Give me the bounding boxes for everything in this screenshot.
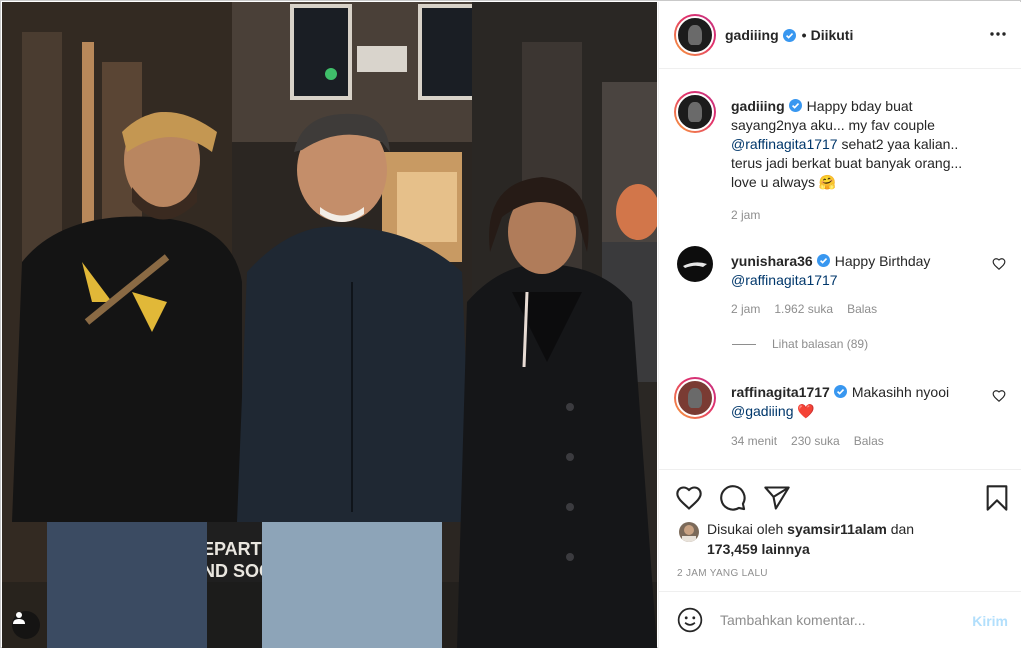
comment-like-count[interactable]: 1.962 suka <box>774 302 833 316</box>
comment-text: yunishara36 Happy Birthday @raffinagita17… <box>731 252 986 290</box>
verified-badge-icon <box>833 385 847 398</box>
caption-mention-link[interactable]: @raffinagita1717 <box>731 136 838 152</box>
comment-mention-link[interactable]: @gadiiing <box>731 403 793 419</box>
user-tag-icon <box>13 612 25 624</box>
post-actions: Disukai oleh syamsir11alam dan 173,459 l… <box>659 469 1021 591</box>
likes-text: Disukai oleh syamsir11alam dan 173,459 l… <box>707 519 967 559</box>
comment-like-count[interactable]: 230 suka <box>791 434 840 448</box>
post-comment-button[interactable]: Kirim <box>972 613 1008 629</box>
verified-badge-icon <box>782 28 796 42</box>
comments-section[interactable]: gadiiing Happy bday buat sayang2nya aku..… <box>659 70 1021 468</box>
comment-meta: 2 jam 1.962 suka Balas <box>731 302 877 316</box>
caption-time[interactable]: 2 jam <box>731 208 760 222</box>
comment-meta: 34 menit 230 suka Balas <box>731 434 884 448</box>
liker-avatar[interactable] <box>679 522 699 542</box>
heart-icon[interactable] <box>675 484 703 512</box>
caption-username[interactable]: gadiiing <box>731 98 785 114</box>
comment-mention-link[interactable]: @raffinagita1717 <box>731 272 838 288</box>
comment-body: Makasihh nyooi <box>851 384 950 400</box>
view-replies-label: Lihat balasan (89) <box>772 337 869 351</box>
share-icon[interactable] <box>763 484 791 512</box>
likes-others-count[interactable]: 173,459 lainnya <box>707 541 810 557</box>
verified-badge-icon <box>788 99 802 112</box>
commenter-avatar[interactable] <box>674 377 716 419</box>
comment-time[interactable]: 2 jam <box>731 302 760 316</box>
post-timestamp[interactable]: 2 JAM YANG LALU <box>677 568 768 579</box>
author-info: gadiiing • Diikuti <box>725 27 853 43</box>
likes-summary: Disukai oleh syamsir11alam dan 173,459 l… <box>679 519 967 559</box>
comment-reply-button[interactable]: Balas <box>847 302 877 316</box>
caption-meta: 2 jam <box>731 208 760 222</box>
author-avatar[interactable] <box>674 14 716 56</box>
comment-icon[interactable] <box>719 484 747 512</box>
post-header: gadiiing • Diikuti <box>659 2 1021 69</box>
verified-badge-icon <box>816 254 830 267</box>
likes-connector: dan <box>890 521 915 537</box>
comment-reply-button[interactable]: Balas <box>854 434 884 448</box>
header-separator: • <box>801 27 807 43</box>
comment-like-heart-icon[interactable] <box>992 389 1006 403</box>
comment-input[interactable] <box>720 612 960 628</box>
comment-time[interactable]: 34 menit <box>731 434 777 448</box>
commenter-username[interactable]: raffinagita1717 <box>731 384 830 400</box>
post-details-panel: gadiiing • Diikuti gadiiing Happy bday bu <box>658 2 1021 648</box>
more-icon <box>990 32 1006 36</box>
caption-author-avatar[interactable] <box>674 91 716 133</box>
follow-status-button[interactable]: Diikuti <box>811 27 854 43</box>
comment-like-heart-icon[interactable] <box>992 257 1006 271</box>
photo-scene: EPARTI ND SOC <box>2 2 657 648</box>
post-photo[interactable]: EPARTI ND SOC <box>2 2 657 648</box>
commenter-avatar[interactable] <box>677 246 713 282</box>
instagram-post-window: EPARTI ND SOC gadiiing • Diikuti gadiiin… <box>0 0 1021 648</box>
add-comment-bar: Kirim <box>659 591 1021 648</box>
replies-divider <box>732 343 756 345</box>
caption-text: gadiiing Happy bday buat sayang2nya aku..… <box>731 97 986 192</box>
comment-body: Happy Birthday <box>834 253 931 269</box>
user-tag-button[interactable] <box>12 611 40 639</box>
author-username[interactable]: gadiiing <box>725 27 779 43</box>
bookmark-icon[interactable] <box>983 484 1011 512</box>
emoji-icon[interactable] <box>677 607 703 633</box>
commenter-username[interactable]: yunishara36 <box>731 253 813 269</box>
sign-text-1: EPARTI <box>202 539 267 559</box>
likes-prefix: Disukai oleh <box>707 521 784 537</box>
view-replies-button[interactable]: Lihat balasan (89) <box>732 337 868 351</box>
liker-username[interactable]: syamsir11alam <box>787 521 887 537</box>
sign-text-2: ND SOC <box>202 561 272 581</box>
more-options-button[interactable] <box>988 24 1008 44</box>
red-heart-emoji: ❤️ <box>797 403 815 419</box>
comment-text: raffinagita1717 Makasihh nyooi @gadiiing … <box>731 383 986 421</box>
